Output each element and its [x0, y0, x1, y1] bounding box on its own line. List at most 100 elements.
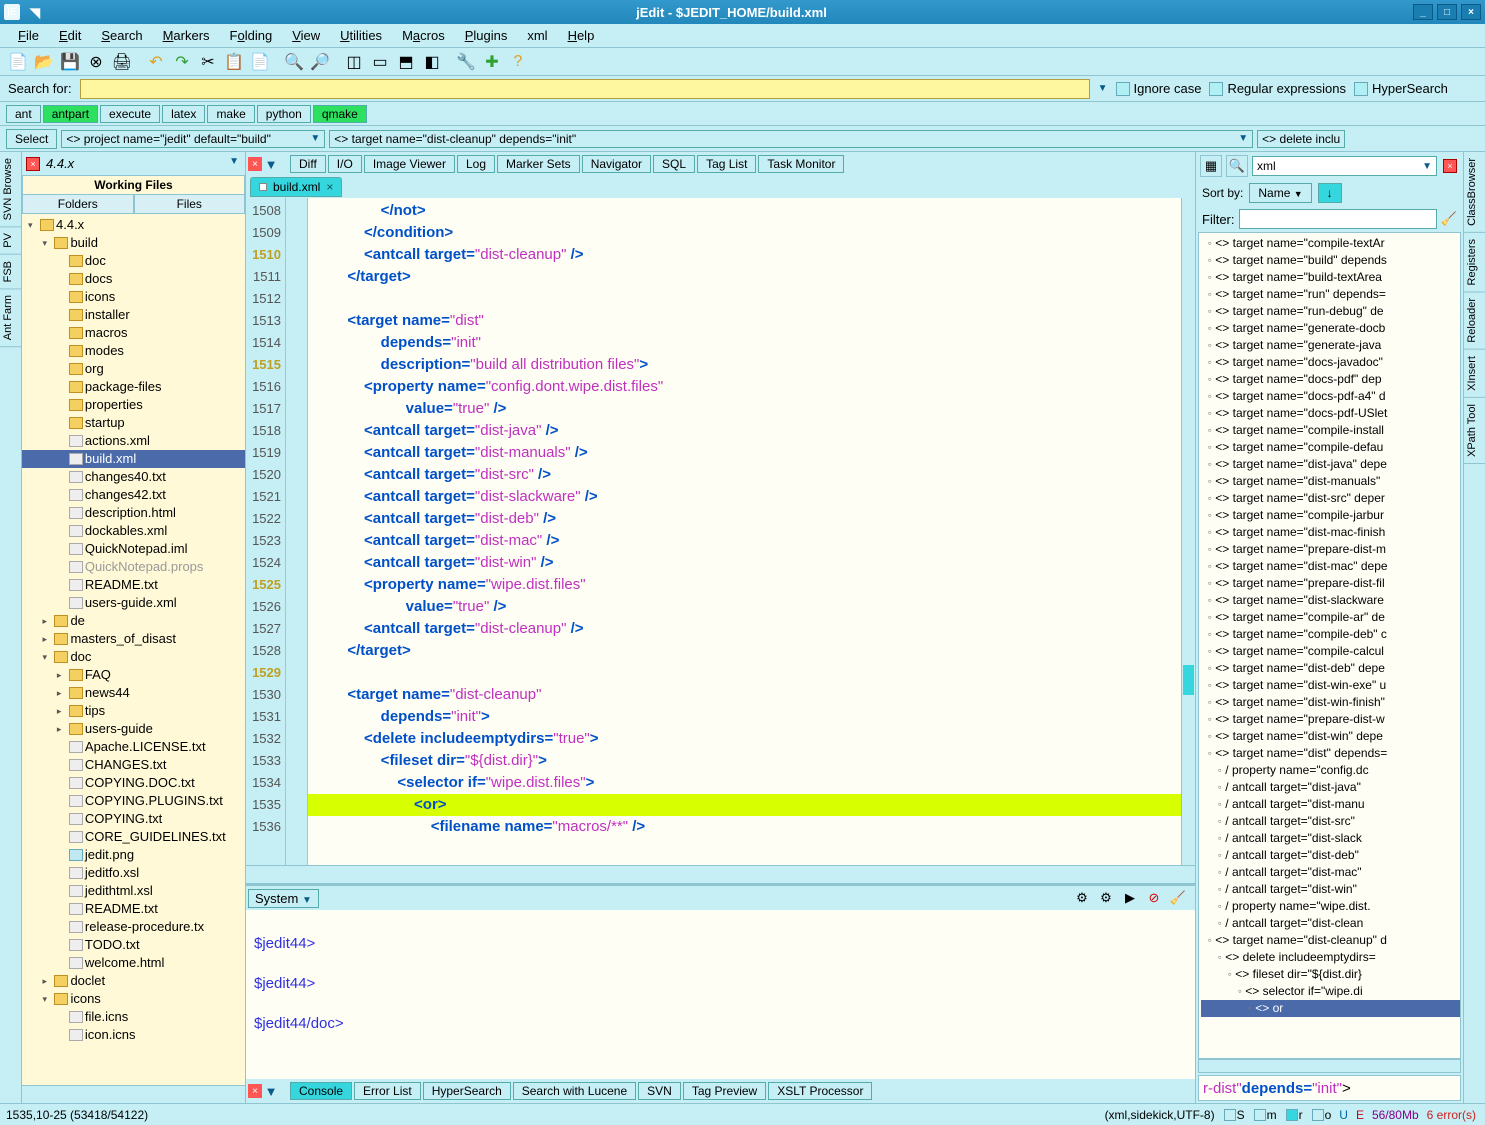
- editor-body[interactable]: 1508150915101511151215131514151515161517…: [246, 198, 1195, 865]
- ctab-console[interactable]: Console: [290, 1082, 352, 1100]
- structure-row[interactable]: ◦ <> target name="compile-deb" c: [1201, 626, 1460, 643]
- tree-row[interactable]: ▸masters_of_disast: [22, 630, 245, 648]
- con-close-icon[interactable]: ×: [248, 1084, 262, 1098]
- ctab-search-lucene[interactable]: Search with Lucene: [513, 1082, 636, 1100]
- structure-row[interactable]: ◦ / antcall target="dist-clean: [1201, 915, 1460, 932]
- menu-search[interactable]: Search: [91, 26, 152, 45]
- structure-row[interactable]: ◦ <> target name="dist-slackware: [1201, 592, 1460, 609]
- structure-row[interactable]: ◦ <> target name="docs-javadoc": [1201, 354, 1460, 371]
- unsplit-icon[interactable]: ▭: [368, 50, 392, 74]
- vtab-pv[interactable]: PV: [0, 227, 21, 255]
- status-chip-o[interactable]: o: [1308, 1108, 1335, 1122]
- structure-row[interactable]: ◦ <> fileset dir="${dist.dir}: [1201, 966, 1460, 983]
- structure-row[interactable]: ◦ <> target name="dist-mac" depe: [1201, 558, 1460, 575]
- structure-row[interactable]: ◦ <> target name="run" depends=: [1201, 286, 1460, 303]
- con-stop-icon[interactable]: ⊘: [1145, 889, 1163, 907]
- ctab-xslt[interactable]: XSLT Processor: [768, 1082, 872, 1100]
- tree-row[interactable]: ▸tips: [22, 702, 245, 720]
- structure-row[interactable]: ◦ <> target name="compile-defau: [1201, 439, 1460, 456]
- structure-row[interactable]: ◦ <> target name="dist" depends=: [1201, 745, 1460, 762]
- menu-macros[interactable]: Macros: [392, 26, 455, 45]
- etab-tag-list[interactable]: Tag List: [697, 155, 756, 173]
- menu-file[interactable]: File: [8, 26, 49, 45]
- help-icon[interactable]: ?: [506, 50, 530, 74]
- redo-icon[interactable]: ↷: [170, 50, 194, 74]
- con-gear1-icon[interactable]: ⚙: [1073, 889, 1091, 907]
- structure-row[interactable]: ◦ / antcall target="dist-mac": [1201, 864, 1460, 881]
- ed-close-icon[interactable]: ×: [248, 157, 262, 171]
- close-button[interactable]: ×: [1461, 4, 1481, 20]
- cut-icon[interactable]: ✂: [196, 50, 220, 74]
- ed-menu-icon[interactable]: ▼: [264, 157, 278, 171]
- structure-row[interactable]: ◦ <> target name="build-textArea: [1201, 269, 1460, 286]
- tree-row[interactable]: modes: [22, 342, 245, 360]
- structure-row[interactable]: ◦ <> target name="dist-manuals": [1201, 473, 1460, 490]
- status-chip-r[interactable]: r: [1282, 1108, 1306, 1122]
- hypersearch-checkbox[interactable]: HyperSearch: [1354, 81, 1448, 96]
- menu-help[interactable]: Help: [558, 26, 605, 45]
- tree-row[interactable]: COPYING.txt: [22, 810, 245, 828]
- status-chip-s[interactable]: S: [1220, 1108, 1248, 1122]
- fold-gutter[interactable]: [286, 198, 308, 865]
- etab-io[interactable]: I/O: [328, 155, 362, 173]
- tree-row[interactable]: doc: [22, 252, 245, 270]
- file-tree[interactable]: ▾4.4.x ▾build doc docs icons installer m…: [22, 214, 245, 1085]
- structure-tree[interactable]: ◦ <> target name="compile-textAr ◦ <> ta…: [1198, 232, 1461, 1059]
- crumb-project[interactable]: <> project name="jedit" default="build"▼: [61, 130, 325, 148]
- structure-row[interactable]: ◦ <> target name="dist-src" deper: [1201, 490, 1460, 507]
- tree-row[interactable]: jeditfo.xsl: [22, 864, 245, 882]
- fb-subtab-folders[interactable]: Folders: [22, 194, 134, 214]
- open-file-icon[interactable]: 📂: [32, 50, 56, 74]
- tree-row[interactable]: icon.icns: [22, 1026, 245, 1044]
- structure-row[interactable]: ◦ <> target name="docs-pdf-a4" d: [1201, 388, 1460, 405]
- menu-markers[interactable]: Markers: [153, 26, 220, 45]
- tree-row[interactable]: macros: [22, 324, 245, 342]
- tree-row[interactable]: dockables.xml: [22, 522, 245, 540]
- find-icon[interactable]: 🔍: [282, 50, 306, 74]
- tree-row[interactable]: description.html: [22, 504, 245, 522]
- rp-parse-icon[interactable]: ▦: [1200, 155, 1222, 177]
- tree-row[interactable]: CORE_GUIDELINES.txt: [22, 828, 245, 846]
- tree-row[interactable]: jedithtml.xsl: [22, 882, 245, 900]
- structure-row[interactable]: ◦ <> target name="compile-jarbur: [1201, 507, 1460, 524]
- ctab-hypersearch[interactable]: HyperSearch: [423, 1082, 511, 1100]
- crumb-delete[interactable]: <> delete inclu: [1257, 130, 1345, 148]
- editor-hscrollbar[interactable]: [246, 865, 1195, 883]
- ctab-error-list[interactable]: Error List: [354, 1082, 421, 1100]
- tree-row[interactable]: QuickNotepad.props: [22, 558, 245, 576]
- close-file-icon[interactable]: ⊗: [84, 50, 108, 74]
- structure-row[interactable]: ◦ <> target name="prepare-dist-m: [1201, 541, 1460, 558]
- tree-row[interactable]: startup: [22, 414, 245, 432]
- tree-row[interactable]: ▾doc: [22, 648, 245, 666]
- tree-row[interactable]: Apache.LICENSE.txt: [22, 738, 245, 756]
- new-view-icon[interactable]: ◫: [342, 50, 366, 74]
- rp-close-icon[interactable]: ×: [1443, 159, 1457, 173]
- tab-antpart[interactable]: antpart: [43, 105, 98, 123]
- vtab-xinsert[interactable]: XInsert: [1464, 350, 1485, 398]
- console-output[interactable]: $jedit44> $jedit44> $jedit44/doc>: [246, 910, 1195, 1079]
- tree-row[interactable]: ▸users-guide: [22, 720, 245, 738]
- structure-row[interactable]: ◦ <> target name="dist-win-finish": [1201, 694, 1460, 711]
- find-next-icon[interactable]: 🔎: [308, 50, 332, 74]
- rp-find-icon[interactable]: 🔍: [1226, 155, 1248, 177]
- tree-row[interactable]: COPYING.DOC.txt: [22, 774, 245, 792]
- console-shell-dropdown[interactable]: System ▼: [248, 889, 319, 908]
- menu-plugins[interactable]: Plugins: [455, 26, 518, 45]
- menu-folding[interactable]: Folding: [220, 26, 283, 45]
- menu-edit[interactable]: Edit: [49, 26, 91, 45]
- structure-row[interactable]: ◦ <> target name="compile-calcul: [1201, 643, 1460, 660]
- etab-image-viewer[interactable]: Image Viewer: [364, 155, 455, 173]
- window-menu-icon[interactable]: ◥: [30, 5, 44, 19]
- structure-row[interactable]: ◦ / antcall target="dist-win": [1201, 881, 1460, 898]
- tab-python[interactable]: python: [257, 105, 311, 123]
- paste-icon[interactable]: 📄: [248, 50, 272, 74]
- structure-row[interactable]: ◦ <> target name="dist-java" depe: [1201, 456, 1460, 473]
- search-input[interactable]: [80, 79, 1090, 99]
- code-content[interactable]: </not> </condition> <antcall target="dis…: [308, 198, 1195, 865]
- con-gear2-icon[interactable]: ⚙: [1097, 889, 1115, 907]
- structure-row[interactable]: ◦ <> selector if="wipe.di: [1201, 983, 1460, 1000]
- structure-row[interactable]: ◦ <> target name="dist-cleanup" d: [1201, 932, 1460, 949]
- vtab-registers[interactable]: Registers: [1464, 233, 1485, 292]
- editor-vscrollbar[interactable]: [1181, 198, 1195, 865]
- tree-row[interactable]: COPYING.PLUGINS.txt: [22, 792, 245, 810]
